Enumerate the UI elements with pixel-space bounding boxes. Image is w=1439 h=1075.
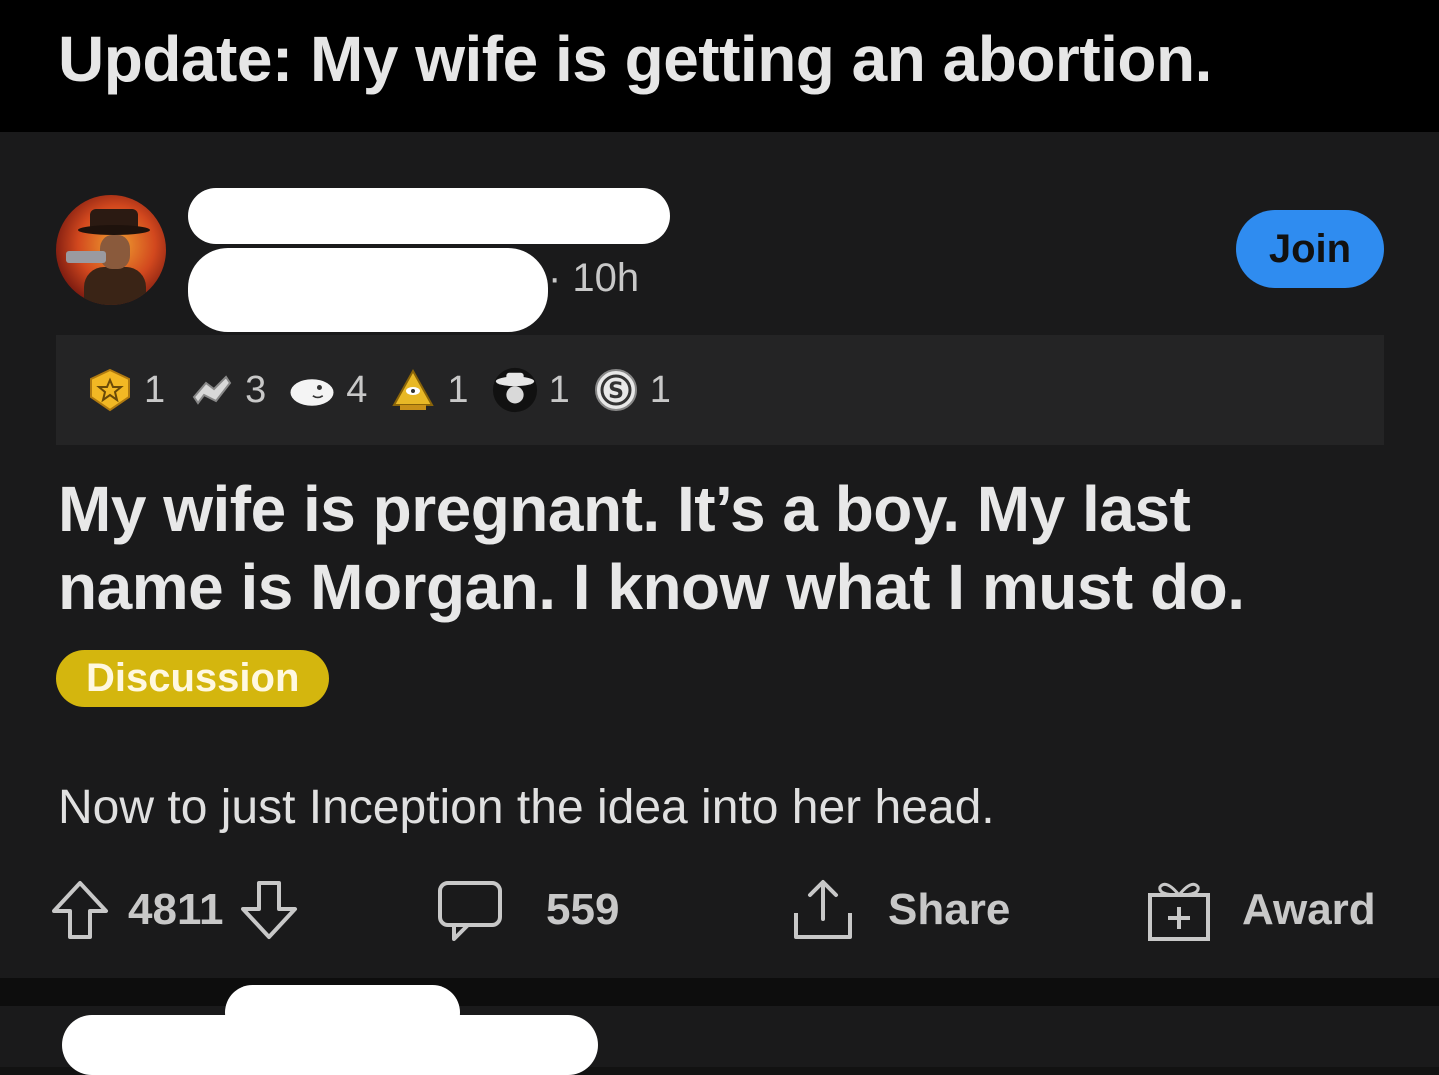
comments-button[interactable]: 559 (436, 875, 619, 945)
award-item[interactable]: 1 (86, 366, 165, 414)
gift-icon (1146, 877, 1212, 943)
award-item[interactable]: 3 (187, 366, 266, 414)
pyramid-eye-award-icon (389, 366, 437, 414)
upvote-icon[interactable] (48, 877, 112, 943)
join-button[interactable]: Join (1236, 210, 1384, 288)
award-item[interactable]: S 1 (592, 366, 671, 414)
share-label: Share (888, 885, 1011, 934)
dollar-coin-award-icon: S (592, 366, 640, 414)
post-body: Now to just Inception the idea into her … (58, 781, 995, 834)
meme-caption: Update: My wife is getting an abortion. (58, 23, 1212, 95)
share-button[interactable]: Share (790, 875, 1010, 945)
comment-count: 559 (546, 885, 620, 934)
post-title[interactable]: My wife is pregnant. It’s a boy. My last… (58, 470, 1358, 626)
vote-controls: 4811 (48, 875, 301, 945)
handshake-award-icon (187, 366, 235, 414)
post-flair[interactable]: Discussion (56, 650, 330, 707)
cowboy-award-icon (491, 366, 539, 414)
meme-caption-bar: Update: My wife is getting an abortion. (0, 0, 1439, 132)
wholesome-face-award-icon (288, 366, 336, 414)
redacted-subreddit-name (188, 188, 670, 244)
downvote-icon[interactable] (237, 877, 301, 943)
award-item[interactable]: 1 (389, 366, 469, 414)
award-item[interactable]: 1 (491, 366, 570, 414)
svg-text:S: S (608, 379, 624, 404)
award-label: Award (1242, 885, 1376, 934)
redacted-next-post (62, 1015, 598, 1075)
share-icon (790, 877, 856, 943)
redacted-username (188, 248, 548, 332)
user-avatar[interactable] (56, 195, 166, 305)
card-divider (0, 978, 1439, 1006)
awards-bar[interactable]: 1 3 4 1 1 S 1 (56, 335, 1384, 445)
comment-bubble-icon (436, 877, 504, 943)
vote-count: 4811 (128, 885, 224, 934)
post-time: · 10h (548, 256, 640, 300)
award-item[interactable]: 4 (288, 366, 367, 414)
star-shield-award-icon (86, 366, 134, 414)
award-button[interactable]: Award (1146, 875, 1376, 945)
